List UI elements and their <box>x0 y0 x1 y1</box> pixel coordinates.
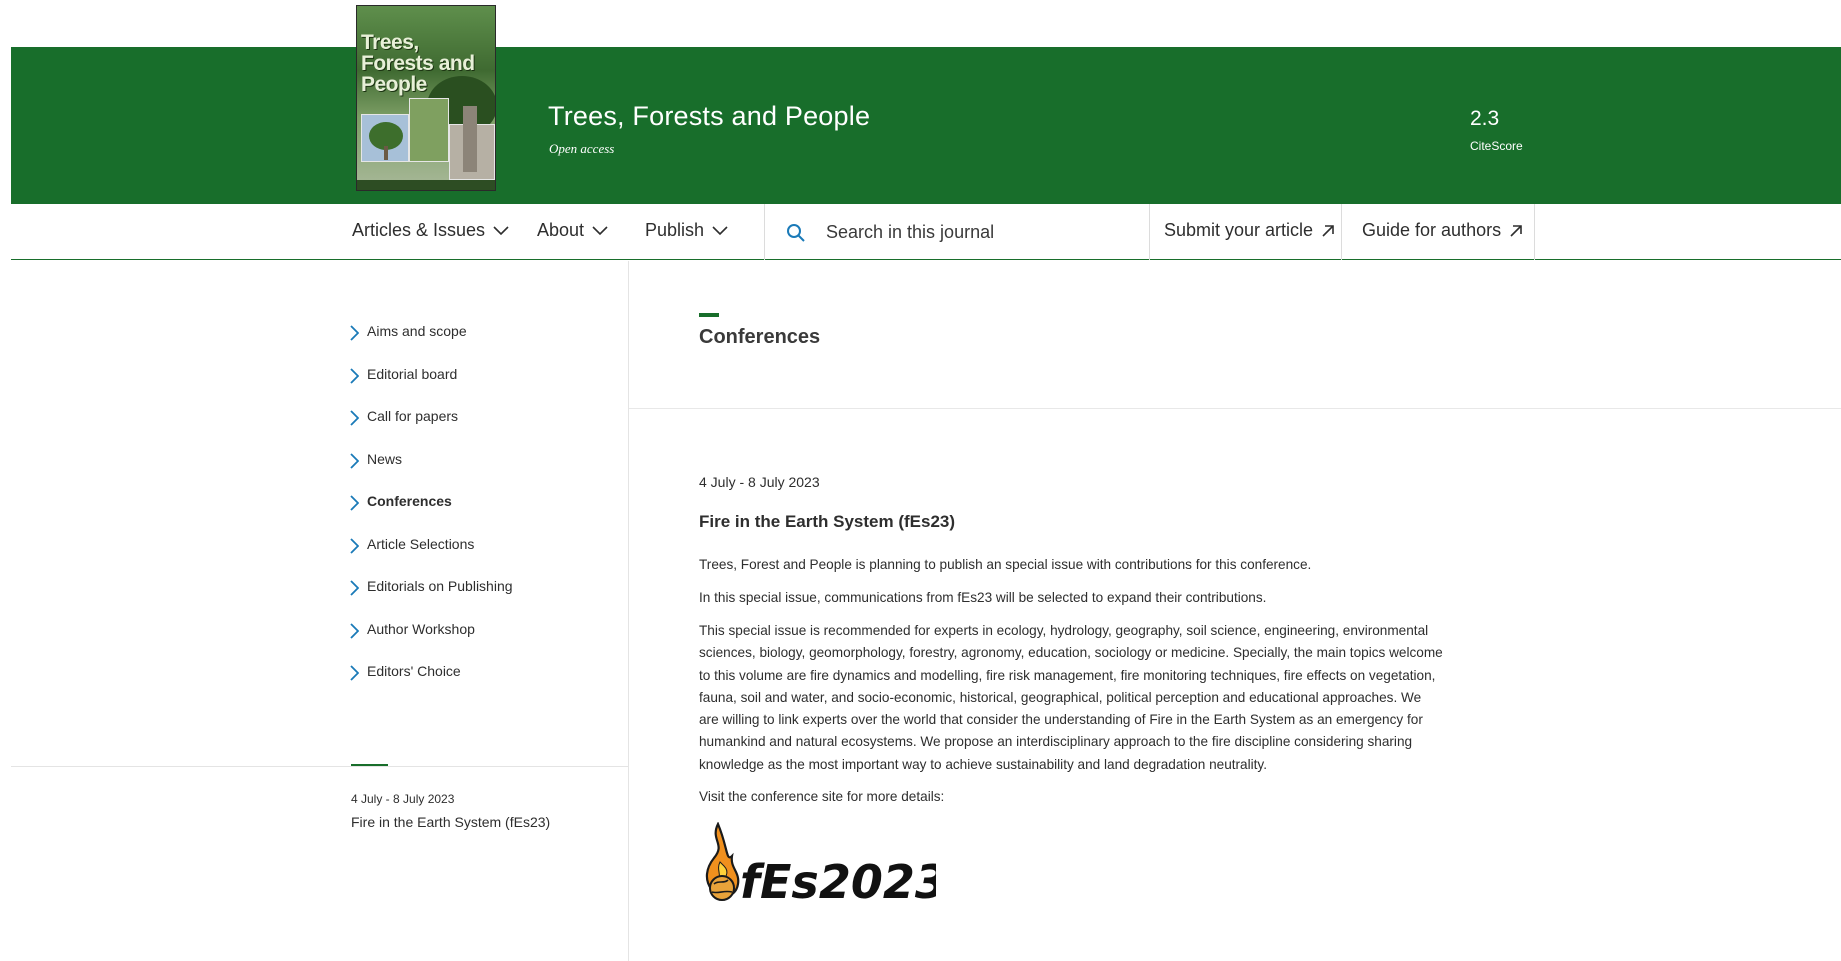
sidebar-item-label: Aims and scope <box>367 323 467 339</box>
sidebar-item-call-for-papers[interactable]: Call for papers <box>350 408 513 451</box>
citescore-label: CiteScore <box>1470 139 1523 153</box>
conference-paragraph: Trees, Forest and People is planning to … <box>699 557 1312 572</box>
sidebar-item-label: Author Workshop <box>367 620 475 637</box>
chevron-right-icon <box>350 325 359 341</box>
chevron-right-icon <box>350 367 359 384</box>
cover-footer <box>357 180 495 190</box>
cover-trunk <box>463 106 477 172</box>
chevron-right-icon <box>350 580 359 596</box>
sidebar-separator <box>11 766 628 767</box>
journal-nav-bar: Articles & Issues About Publish Submit y… <box>11 204 1841 260</box>
cover-photo-panel <box>409 98 449 162</box>
sidebar-item-news[interactable]: News <box>350 451 513 494</box>
chevron-right-icon <box>350 665 359 681</box>
guide-for-authors-label: Guide for authors <box>1362 220 1502 240</box>
chevron-right-icon <box>350 622 359 639</box>
external-arrow-icon <box>1322 224 1334 237</box>
citescore-value[interactable]: 2.3 <box>1470 107 1499 131</box>
sidebar-conference-link[interactable]: Fire in the Earth System (fEs23) <box>351 814 550 830</box>
guide-for-authors-link[interactable]: Guide for authors <box>1362 220 1523 241</box>
title-accent-bar <box>699 313 719 317</box>
cover-title: Trees, Forests and People <box>361 31 475 96</box>
journal-title[interactable]: Trees, Forests and People <box>548 101 870 132</box>
cover-trunk <box>384 146 388 160</box>
chevron-right-icon <box>350 537 359 554</box>
nav-divider <box>1534 204 1535 260</box>
nav-divider <box>1149 204 1150 260</box>
chevron-down-icon <box>592 225 608 235</box>
sidebar-item-conferences[interactable]: Conferences <box>350 493 513 536</box>
sidebar-divider <box>628 261 629 961</box>
submit-article-label: Submit your article <box>1164 220 1314 240</box>
sidebar-item-label: News <box>367 450 403 467</box>
flame-globe-icon <box>705 822 740 901</box>
logo-text: fEs2023 <box>740 855 936 906</box>
conference-title: Fire in the Earth System (fEs23) <box>699 512 956 531</box>
sidebar-item-label: Call for papers <box>367 408 459 424</box>
sidebar-item-label: Editors' Choice <box>367 663 461 679</box>
conference-date: 4 July - 8 July 2023 <box>699 474 820 490</box>
page-title: Conferences <box>699 326 821 348</box>
open-access-label: Open access <box>549 141 615 156</box>
sidebar-conference-date: 4 July - 8 July 2023 <box>351 792 455 806</box>
chevron-right-icon <box>350 495 359 511</box>
nav-publish-label: Publish <box>645 220 705 240</box>
conference-paragraph: In this special issue, communications fr… <box>699 590 1267 605</box>
sidebar-item-label: Editorial board <box>367 365 458 382</box>
journal-cover-image[interactable]: Trees, Forests and People <box>356 5 496 191</box>
sidebar-item-article-selections[interactable]: Article Selections <box>350 536 513 579</box>
sidebar-item-editorials-on-publishing[interactable]: Editorials on Publishing <box>350 578 513 621</box>
sidebar-item-label: Conferences <box>367 493 452 509</box>
sidebar-item-label: Article Selections <box>367 535 475 552</box>
conference-paragraph: Visit the conference site for more detai… <box>699 789 945 804</box>
nav-about-label: About <box>537 220 585 240</box>
nav-divider <box>1341 204 1342 260</box>
nav-articles-issues-label: Articles & Issues <box>352 220 486 240</box>
nav-publish[interactable]: Publish <box>645 220 728 241</box>
chevron-right-icon <box>350 452 359 469</box>
sidebar-item-editors-choice[interactable]: Editors' Choice <box>350 663 513 706</box>
sidebar-nav: Aims and scope Editorial board Call for … <box>350 323 513 706</box>
chevron-down-icon <box>712 225 728 235</box>
sidebar-item-author-workshop[interactable]: Author Workshop <box>350 621 513 664</box>
nav-divider <box>764 204 765 260</box>
sidebar-item-editorial-board[interactable]: Editorial board <box>350 366 513 409</box>
submit-article-link[interactable]: Submit your article <box>1164 220 1335 241</box>
sidebar-item-label: Editorials on Publishing <box>367 578 513 594</box>
journal-header-banner <box>11 47 1841 204</box>
search-icon[interactable] <box>786 223 806 243</box>
chevron-right-icon <box>350 410 359 426</box>
sidebar-item-aims-and-scope[interactable]: Aims and scope <box>350 323 513 366</box>
conference-paragraph: This special issue is recommended for ex… <box>699 623 1443 772</box>
external-arrow-icon <box>1510 224 1522 237</box>
nav-about[interactable]: About <box>537 220 608 241</box>
main-separator <box>629 408 1841 409</box>
nav-articles-issues[interactable]: Articles & Issues <box>352 220 509 241</box>
chevron-down-icon <box>493 225 509 235</box>
fes2023-logo-link[interactable]: fEs2023 <box>700 822 936 906</box>
search-input[interactable] <box>826 214 1156 250</box>
